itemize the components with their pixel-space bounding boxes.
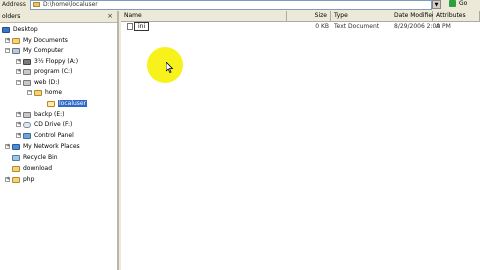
tree-item-my-documents[interactable]: + My Documents <box>5 36 68 45</box>
tree-item-php[interactable]: + php <box>5 175 34 184</box>
tree-item-program-c[interactable]: + program (C:) <box>16 67 72 76</box>
address-path: D:\home\localuser <box>43 1 98 8</box>
tree-item-floppy[interactable]: + 3½ Floppy (A:) <box>16 57 78 66</box>
file-attributes-cell: A <box>436 23 441 30</box>
floppy-drive-icon <box>23 58 31 65</box>
tree-item-label: My Computer <box>23 47 64 54</box>
tree-item-label: CD Drive (F:) <box>34 121 73 128</box>
my-documents-icon <box>12 37 20 44</box>
cd-drive-icon <box>23 121 31 128</box>
tree-item-label: Recycle Bin <box>23 154 58 161</box>
tree-item-backp-e[interactable]: + backp (E:) <box>16 110 64 119</box>
expand-icon[interactable]: + <box>5 38 10 43</box>
collapse-icon[interactable]: − <box>27 90 32 95</box>
tree-item-label: Desktop <box>13 26 38 33</box>
recycle-bin-icon <box>12 154 20 161</box>
tree-item-my-computer[interactable]: − My Computer <box>5 46 63 55</box>
address-dropdown-button[interactable]: ▼ <box>432 0 441 9</box>
table-row[interactable]: ini 0 KB Text Document 8/29/2006 2:00 PM… <box>121 22 480 31</box>
tree-item-label: web (D:) <box>34 79 60 86</box>
hard-drive-icon <box>23 68 31 75</box>
expand-icon[interactable]: + <box>5 144 10 149</box>
tree-item-label: Control Panel <box>34 132 74 139</box>
file-size-cell: 0 KB <box>315 23 329 30</box>
desktop-icon <box>2 26 10 33</box>
go-button[interactable]: Go <box>459 0 467 7</box>
close-icon[interactable]: × <box>107 12 113 20</box>
tree-item-label: home <box>45 89 63 96</box>
open-folder-icon <box>47 100 55 107</box>
file-name-cell[interactable]: ini <box>134 22 150 31</box>
address-input[interactable]: D:\home\localuser <box>30 0 432 10</box>
mouse-pointer-icon <box>166 62 174 73</box>
tree-item-web-d[interactable]: − web (D:) <box>16 78 60 87</box>
tree-item-label: program (C:) <box>34 68 73 75</box>
folders-title: olders <box>2 13 21 20</box>
tree-item-label: php <box>23 176 35 183</box>
hard-drive-icon <box>23 111 31 118</box>
expand-icon[interactable]: + <box>5 177 10 182</box>
folders-pane: olders × Desktop + My Documents − My Com… <box>0 11 119 270</box>
tree-item-label: My Documents <box>23 37 68 44</box>
column-header-size[interactable]: Size <box>287 11 331 21</box>
column-header-date-modified[interactable]: Date Modified <box>391 11 436 21</box>
tree-item-label: 3½ Floppy (A:) <box>34 58 79 65</box>
tree-item-label: localuser <box>58 100 88 107</box>
hard-drive-icon <box>23 79 31 86</box>
file-date-cell: 8/29/2006 2:00 PM <box>394 23 451 30</box>
folder-icon <box>12 165 20 172</box>
folder-icon <box>34 89 42 96</box>
expand-icon[interactable]: + <box>16 112 21 117</box>
folders-header: olders × <box>0 11 117 23</box>
address-bar: Address D:\home\localuser ▼ Go <box>0 0 480 10</box>
tree-item-recycle-bin[interactable]: Recycle Bin <box>12 153 58 162</box>
tree-item-desktop[interactable]: Desktop <box>2 25 38 34</box>
tree-item-download[interactable]: download <box>12 164 52 173</box>
expand-icon[interactable]: + <box>16 69 21 74</box>
collapse-icon[interactable]: − <box>16 80 21 85</box>
tree-item-label: download <box>23 165 53 172</box>
text-file-icon <box>127 23 133 30</box>
column-header-attributes[interactable]: Attributes <box>433 11 480 21</box>
folder-icon <box>33 2 40 7</box>
tree-item-home[interactable]: − home <box>27 88 62 97</box>
expand-icon[interactable]: + <box>16 59 21 64</box>
computer-icon <box>12 47 20 54</box>
expand-icon[interactable]: + <box>16 133 21 138</box>
address-label: Address <box>2 1 26 8</box>
folder-icon <box>12 176 20 183</box>
file-type-cell: Text Document <box>334 23 380 30</box>
column-header-name[interactable]: Name <box>121 11 287 21</box>
tree-item-localuser[interactable]: localuser <box>47 99 88 108</box>
tree-item-label: My Network Places <box>23 143 80 150</box>
control-panel-icon <box>23 132 31 139</box>
collapse-icon[interactable]: − <box>5 48 10 53</box>
tree-item-label: backp (E:) <box>34 111 65 118</box>
go-arrow-icon[interactable] <box>449 0 456 7</box>
expand-icon[interactable]: + <box>16 122 21 127</box>
cursor-highlight <box>147 47 183 83</box>
tree-item-cd-drive[interactable]: + CD Drive (F:) <box>16 120 72 129</box>
tree-item-control-panel[interactable]: + Control Panel <box>16 131 74 140</box>
network-icon <box>12 143 20 150</box>
tree-item-my-network-places[interactable]: + My Network Places <box>5 142 80 151</box>
